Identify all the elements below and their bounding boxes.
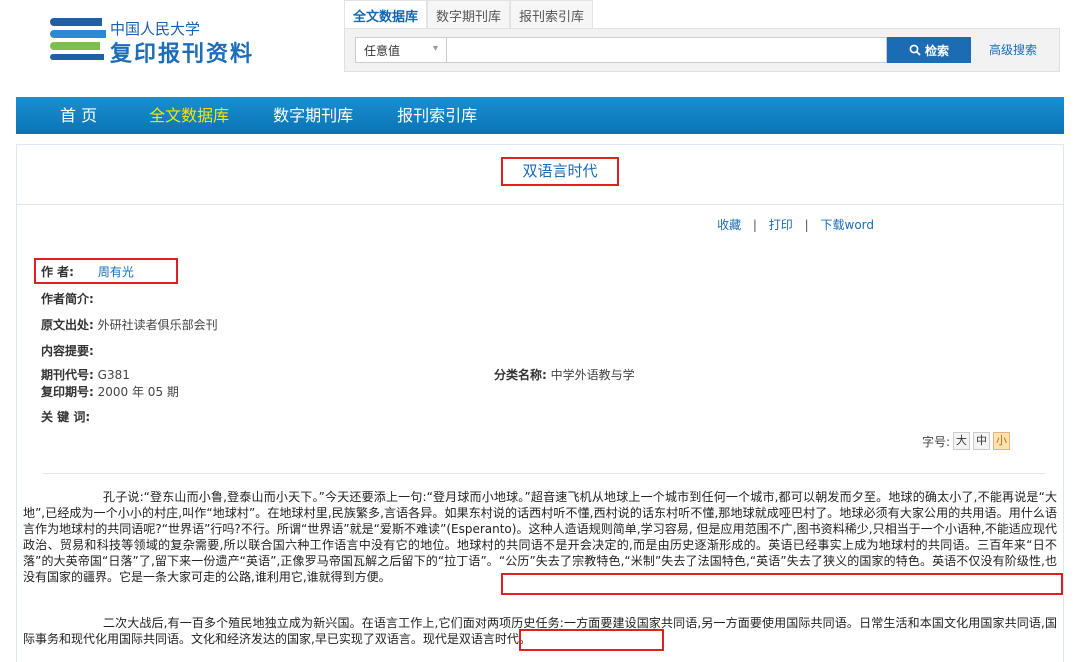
separator: | <box>804 218 809 232</box>
search-icon <box>909 44 921 56</box>
chevron-down-icon: ▾ <box>432 43 438 54</box>
reprint-row: 复印期号: 2000 年 05 期 <box>41 383 179 400</box>
summary-label: 内容提要: <box>41 344 94 358</box>
reprint-value: 2000 年 05 期 <box>97 385 179 399</box>
search-tab-fulltext[interactable]: 全文数据库 <box>344 0 428 28</box>
author-row: 作 者: 周有光 <box>41 263 134 280</box>
keywords-row: 关 键 词: <box>41 408 90 425</box>
search-panel: 任意值 ▾ 检索 高级搜索 <box>344 28 1060 72</box>
download-word-link[interactable]: 下载word <box>821 218 875 232</box>
article-panel: 双语言时代 收藏 | 打印 | 下载word 作 者: 周有光 作者简介: 原文… <box>16 144 1064 662</box>
search-input[interactable] <box>447 37 887 63</box>
logo[interactable]: 中国人民大学 复印报刊资料 <box>50 16 290 67</box>
journal-code-value: G381 <box>97 368 130 382</box>
article-title: 双语言时代 <box>501 157 619 186</box>
font-size-control: 字号: 大 中 小 <box>922 432 1011 450</box>
highlight-box <box>501 573 1063 595</box>
search-tab-journals[interactable]: 数字期刊库 <box>427 0 511 28</box>
journal-code-row: 期刊代号: G381 <box>41 366 130 383</box>
source-value: 外研社读者俱乐部会刊 <box>97 318 218 332</box>
highlight-box <box>519 629 664 651</box>
font-size-medium-button[interactable]: 中 <box>973 432 991 450</box>
source-label: 原文出处: <box>41 318 94 332</box>
title-row: 双语言时代 <box>17 145 1063 205</box>
print-link[interactable]: 打印 <box>769 218 793 232</box>
nav-item-home[interactable]: 首 页 <box>16 97 127 134</box>
article-actions: 收藏 | 打印 | 下载word <box>712 216 879 233</box>
author-label: 作 者: <box>41 265 74 279</box>
advanced-search-link[interactable]: 高级搜索 <box>989 41 1037 58</box>
separator: | <box>752 218 757 232</box>
font-size-label: 字号: <box>922 434 951 449</box>
category-row: 分类名称: 中学外语教与学 <box>494 366 635 383</box>
main-nav: 首 页 全文数据库 数字期刊库 报刊索引库 <box>16 97 1064 134</box>
search-field-value: 任意值 <box>364 43 401 58</box>
logo-name: 复印报刊资料 <box>110 42 255 67</box>
search-field-select[interactable]: 任意值 ▾ <box>355 37 447 63</box>
divider <box>43 473 1045 474</box>
article-paragraph: 孔子说:“登东山而小鲁,登泰山而小天下。”今天还要添上一句:“登月球而小地球。”… <box>23 490 1057 584</box>
author-link[interactable]: 周有光 <box>98 265 134 279</box>
nav-item-fulltext[interactable]: 全文数据库 <box>127 97 251 134</box>
font-size-large-button[interactable]: 大 <box>953 432 971 450</box>
journal-code-label: 期刊代号: <box>41 368 94 382</box>
source-row: 原文出处: 外研社读者俱乐部会刊 <box>41 316 218 333</box>
logo-book-icon <box>50 18 106 62</box>
font-size-small-button[interactable]: 小 <box>993 432 1011 450</box>
search-button-label: 检索 <box>924 43 949 58</box>
category-label: 分类名称: <box>494 368 547 382</box>
favorite-link[interactable]: 收藏 <box>717 218 741 232</box>
search-button[interactable]: 检索 <box>887 37 971 63</box>
nav-item-journals[interactable]: 数字期刊库 <box>251 97 375 134</box>
author-intro-row: 作者简介: <box>41 290 94 307</box>
author-intro-label: 作者简介: <box>41 292 94 306</box>
category-value: 中学外语教与学 <box>550 368 635 382</box>
summary-row: 内容提要: <box>41 342 94 359</box>
keywords-label: 关 键 词: <box>41 410 91 424</box>
search-tab-index[interactable]: 报刊索引库 <box>510 0 594 28</box>
search-tabs: 全文数据库 数字期刊库 报刊索引库 <box>344 0 594 28</box>
nav-item-index[interactable]: 报刊索引库 <box>375 97 499 134</box>
reprint-label: 复印期号: <box>41 385 94 399</box>
